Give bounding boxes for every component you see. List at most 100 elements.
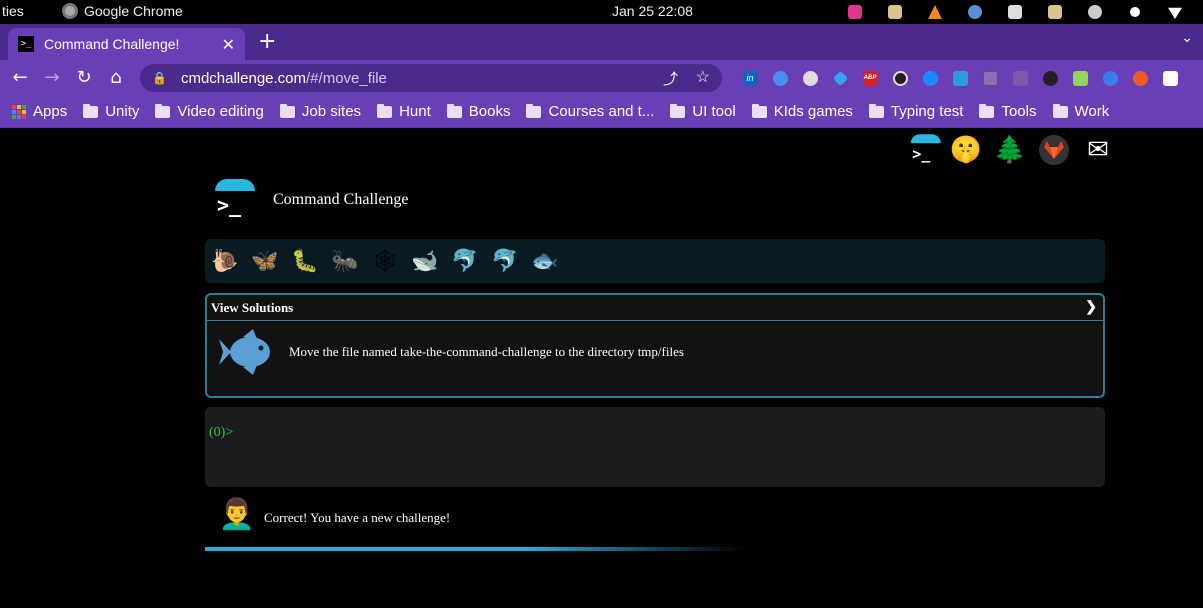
app-menu[interactable]: Google Chrome — [62, 3, 183, 19]
bookmark-job-sites[interactable]: Job sites — [279, 103, 362, 120]
bookmark-typing-test[interactable]: Typing test — [868, 103, 964, 120]
bookmark-label: Work — [1074, 103, 1110, 120]
bookmark-hunt[interactable]: Hunt — [377, 103, 431, 120]
reader-icon[interactable] — [945, 68, 975, 88]
tab-command-challenge[interactable]: >_ Command Challenge! ✕ — [8, 28, 245, 60]
bookmark-label: Job sites — [301, 103, 362, 120]
image-icon[interactable] — [1065, 68, 1095, 88]
pirate-icon[interactable] — [1035, 68, 1065, 88]
globe-icon[interactable] — [795, 68, 825, 88]
bookmark-star-icon[interactable]: ☆ — [696, 67, 710, 87]
back-button[interactable]: ← — [8, 66, 32, 90]
chrome-icon — [62, 3, 78, 19]
tray-p2-icon[interactable] — [1035, 2, 1075, 22]
clock[interactable]: Jan 25 22:08 — [612, 3, 693, 19]
apps-grid-icon — [12, 104, 26, 119]
bookmark-courses-and-t[interactable]: Courses and t... — [526, 103, 654, 120]
bookmark-label: Typing test — [890, 103, 964, 120]
activities-button[interactable]: ties — [2, 3, 24, 19]
folder-icon — [377, 103, 393, 118]
url-path: /#/move_file — [306, 69, 387, 87]
loop-icon[interactable] — [885, 68, 915, 88]
challenge-panel: View Solutions ❯ Move the file named tak… — [205, 293, 1105, 398]
fish-icon[interactable]: 🐟 — [531, 247, 559, 275]
spider-web-icon[interactable]: 🕸 — [371, 247, 399, 275]
folder-icon — [868, 103, 884, 118]
bookmark-label: Apps — [33, 103, 68, 120]
butterfly-icon[interactable]: 🦋 — [251, 247, 279, 275]
bookmark-tools[interactable]: Tools — [979, 103, 1037, 120]
caterpillar-icon[interactable]: 🐛 — [291, 247, 319, 275]
extensions-bar: in ABP — [735, 68, 1185, 88]
new-tab-button[interactable]: + — [258, 29, 276, 54]
bookmark-label: Unity — [105, 103, 140, 120]
folder-icon — [979, 103, 995, 118]
tray-app-icon[interactable] — [835, 2, 875, 22]
bookmark-work[interactable]: Work — [1052, 103, 1110, 120]
lock-icon[interactable]: 🔒 — [152, 71, 167, 85]
ant-icon[interactable]: 🐜 — [331, 247, 359, 275]
mail-icon[interactable]: ✉ — [1081, 133, 1115, 167]
feedback-row: 👨‍🦱 Correct! You have a new challenge! — [218, 497, 450, 539]
challenge-description: Move the file named take-the-command-cha… — [289, 344, 684, 359]
fish-icon — [219, 329, 270, 375]
bookmark-label: Tools — [1001, 103, 1037, 120]
bookmarks-bar: Apps Unity Video editing Job sites Hunt Books… — [0, 96, 1203, 128]
home-button[interactable]: ⌂ — [104, 66, 128, 90]
box-icon[interactable] — [975, 68, 1005, 88]
gitlab-icon[interactable] — [1037, 133, 1071, 167]
shazam-icon[interactable] — [915, 68, 945, 88]
terminal-icon[interactable]: >_ — [905, 133, 941, 167]
whale-icon[interactable]: 🐋 — [411, 247, 439, 275]
tray-p-icon[interactable] — [875, 2, 915, 22]
bookmark-label: Books — [468, 103, 511, 120]
feedback-message: Correct! You have a new challenge! — [264, 510, 451, 525]
tab-search-icon[interactable]: ⌄ — [1181, 30, 1193, 46]
bookmark-ui-tool[interactable]: UI tool — [670, 103, 736, 120]
drop-icon[interactable] — [765, 68, 795, 88]
view-solutions-label: View Solutions — [211, 300, 294, 315]
fire-icon[interactable] — [1125, 68, 1155, 88]
wifi-icon-ext[interactable] — [1095, 68, 1125, 88]
linkedin-icon[interactable]: in — [735, 68, 765, 88]
diamond-icon[interactable] — [825, 68, 855, 88]
terminal-input[interactable]: (0)> — [205, 407, 1105, 487]
app-name: Google Chrome — [84, 3, 183, 19]
puzzle-icon[interactable] — [1155, 68, 1185, 88]
progress-bar — [205, 547, 745, 551]
dolphin-icon[interactable]: 🐬 — [451, 247, 479, 275]
tree-icon[interactable]: 🌲 — [993, 133, 1027, 167]
site-header: >_ Command Challenge — [213, 179, 409, 221]
abp-icon[interactable]: ABP — [855, 68, 885, 88]
reload-button[interactable]: ↻ — [72, 66, 96, 90]
view-solutions-header[interactable]: View Solutions ❯ — [207, 295, 1103, 321]
address-bar[interactable]: 🔒 cmdchallenge.com/#/move_file ⤴ ☆ — [140, 64, 722, 92]
vlc-icon[interactable] — [915, 2, 955, 22]
snail-icon[interactable]: 🐌 — [211, 247, 239, 275]
forward-button[interactable]: → — [40, 66, 64, 90]
slack-icon[interactable] — [1075, 2, 1115, 22]
bookmark-kids-games[interactable]: KIds games — [751, 103, 853, 120]
bookmark-video-editing[interactable]: Video editing — [155, 103, 264, 120]
tab-strip: >_ Command Challenge! ✕ + ⌄ — [0, 24, 1203, 60]
system-tray — [835, 2, 1195, 22]
tray-globe-icon[interactable] — [955, 2, 995, 22]
chevron-right-icon[interactable]: ❯ — [1085, 299, 1097, 316]
command-challenge-logo[interactable]: >_ — [213, 179, 257, 221]
shush-face-icon[interactable]: 🤫 — [949, 133, 983, 167]
dolphin-icon[interactable]: 🐬 — [491, 247, 519, 275]
unity-icon[interactable] — [995, 2, 1035, 22]
bookmark-apps[interactable]: Apps — [12, 103, 67, 120]
wifi-icon[interactable] — [1155, 2, 1195, 22]
page-title[interactable]: Command Challenge — [273, 191, 409, 209]
close-tab-icon[interactable]: ✕ — [222, 35, 235, 55]
bookmark-books[interactable]: Books — [446, 103, 511, 120]
page-content: >_ 🤫 🌲 ✉ >_ Command Challenge 🐌 🦋 🐛 🐜 🕸 🐋 🐬 🐬 🐟 … — [0, 129, 1203, 608]
pen-icon[interactable] — [1005, 68, 1035, 88]
bookmark-label: Courses and t... — [548, 103, 655, 120]
brightness-icon[interactable] — [1115, 2, 1155, 22]
bookmark-unity[interactable]: Unity — [83, 103, 139, 120]
share-icon[interactable]: ⤴ — [663, 68, 678, 89]
os-top-bar: ties Google Chrome Jan 25 22:08 — [0, 0, 1203, 24]
folder-icon — [83, 103, 99, 118]
